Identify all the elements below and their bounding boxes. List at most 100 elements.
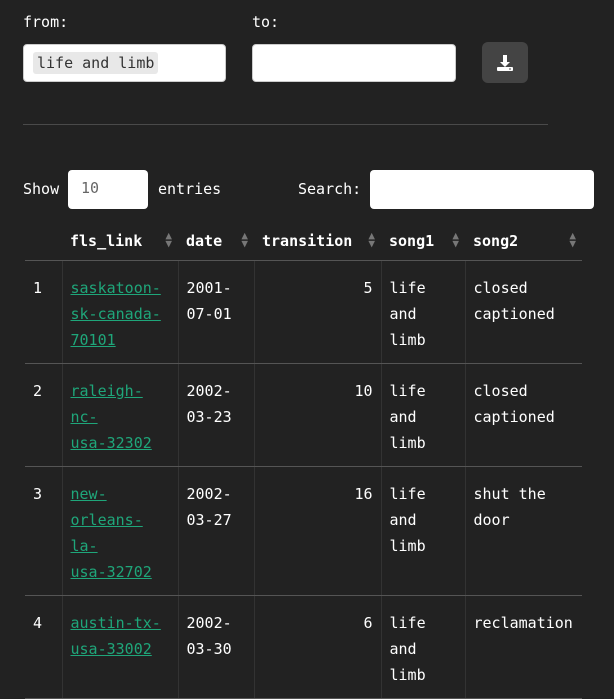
date-cell-line: 2002- xyxy=(186,614,232,632)
row-index: 4 xyxy=(25,595,62,699)
from-label: from: xyxy=(23,13,69,31)
fls-link[interactable]: austin-tx-usa-33002 xyxy=(71,614,161,658)
date-cell-line: 2001- xyxy=(186,279,232,297)
date-cell-line: 03-27 xyxy=(186,511,232,529)
sort-icon: ▲ ▼ xyxy=(569,229,576,250)
song2-cell-line: closed xyxy=(473,382,528,400)
transition-cell: 6 xyxy=(253,595,381,699)
song1-cell-line: limb xyxy=(389,537,426,555)
song1-cell-line: life xyxy=(389,485,426,503)
transition-cell: 5 xyxy=(253,260,381,364)
song1-cell: life and limb xyxy=(380,363,465,467)
date-cell: 2002- 03-30 xyxy=(177,595,254,699)
song2-cell: reclamation xyxy=(464,595,582,699)
fls-link-cell-line[interactable]: sk-canada- xyxy=(71,305,161,323)
results-table: fls_link ▲ ▼ date ▲ ▼ transition ▲ ▼ song1 ▲ ▼ s… xyxy=(25,222,582,699)
fls-link-cell-line[interactable]: orleans-la- xyxy=(71,511,143,555)
fls-link-cell-line[interactable]: saskatoon- xyxy=(71,279,161,297)
column-header-label: date xyxy=(186,232,223,250)
song1-cell-line: and xyxy=(389,511,417,529)
entries-label: entries xyxy=(158,180,222,198)
date-cell-line: 2002- xyxy=(186,485,232,503)
fls-link[interactable]: new-orleans-la-usa-32702 xyxy=(71,485,152,581)
page-length-input[interactable]: 10 xyxy=(68,170,148,209)
table-row: 4 austin-tx-usa-33002 2002- 03-30 6 life and li… xyxy=(25,595,582,699)
column-header-label: song2 xyxy=(473,232,519,250)
sort-icon: ▲ ▼ xyxy=(241,229,248,250)
song2-cell-line: captioned xyxy=(473,305,555,323)
column-header-song2[interactable]: song2 ▲ ▼ xyxy=(465,222,582,261)
date-cell-line: 03-30 xyxy=(186,640,232,658)
song1-cell-line: life xyxy=(389,279,426,297)
fls-link-cell-line[interactable]: austin-tx- xyxy=(71,614,161,632)
fls-link-cell-line[interactable]: 70101 xyxy=(71,331,116,349)
date-cell-line: 03-23 xyxy=(186,408,232,426)
song2-cell: shut the door xyxy=(464,466,582,596)
download-button[interactable] xyxy=(482,42,528,83)
date-cell-line: 2002- xyxy=(186,382,232,400)
fls-link[interactable]: raleigh-nc-usa-32302 xyxy=(71,382,152,452)
fls-link-cell-line[interactable]: usa-33002 xyxy=(71,640,152,658)
song1-cell-line: limb xyxy=(389,434,426,452)
song1-cell: life and limb xyxy=(380,595,465,699)
fls-link[interactable]: saskatoon-sk-canada- 70101 xyxy=(71,279,161,349)
row-index: 3 xyxy=(25,466,62,596)
to-select[interactable] xyxy=(252,44,456,82)
table-row: 1 saskatoon-sk-canada- 70101 2001- 07-01 5 lif… xyxy=(25,260,582,364)
search-label: Search: xyxy=(298,180,362,198)
song1-cell-line: life xyxy=(389,614,426,632)
fls-link-cell: new-orleans-la-usa-32702 xyxy=(61,466,178,596)
column-header-date[interactable]: date ▲ ▼ xyxy=(178,222,254,261)
table-row: 2 raleigh-nc-usa-32302 2002- 03-23 10 life and… xyxy=(25,363,582,467)
song2-cell-line: shut the xyxy=(473,485,546,503)
column-header-label: fls_link xyxy=(70,232,143,250)
date-cell: 2002- 03-23 xyxy=(177,363,254,467)
song1-cell-line: limb xyxy=(389,666,426,684)
search-input[interactable] xyxy=(370,170,594,209)
date-cell-line: 07-01 xyxy=(186,305,232,323)
date-cell: 2002- 03-27 xyxy=(177,466,254,596)
song2-cell-line: closed xyxy=(473,279,528,297)
column-header-fls-link[interactable]: fls_link ▲ ▼ xyxy=(62,222,178,261)
row-index: 2 xyxy=(25,363,62,467)
transition-cell: 10 xyxy=(253,363,381,467)
table-row: 3 new-orleans-la-usa-32702 2002- 03-27 16 lif… xyxy=(25,466,582,596)
song2-cell-line: reclamation xyxy=(473,614,573,632)
fls-link-cell-line[interactable]: usa-32702 xyxy=(71,563,152,581)
download-icon xyxy=(497,54,513,71)
column-header-label: song1 xyxy=(389,232,435,250)
table-header-row: fls_link ▲ ▼ date ▲ ▼ transition ▲ ▼ song1 ▲ ▼ s… xyxy=(25,222,582,261)
column-header-label: transition xyxy=(262,232,353,250)
column-header-transition[interactable]: transition ▲ ▼ xyxy=(254,222,381,261)
song1-cell-line: life xyxy=(389,382,426,400)
song2-cell: closed captioned xyxy=(464,363,582,467)
divider xyxy=(23,124,548,125)
fls-link-cell-line[interactable]: new- xyxy=(71,485,107,503)
row-index: 1 xyxy=(25,260,62,364)
fls-link-cell: raleigh-nc-usa-32302 xyxy=(61,363,178,467)
date-cell: 2001- 07-01 xyxy=(177,260,254,364)
song2-cell-line: door xyxy=(473,511,510,529)
from-select[interactable]: life and limb xyxy=(23,44,226,82)
index-header xyxy=(25,222,62,261)
to-label: to: xyxy=(252,13,280,31)
song1-cell-line: and xyxy=(389,305,417,323)
transition-cell: 16 xyxy=(253,466,381,596)
column-header-song1[interactable]: song1 ▲ ▼ xyxy=(381,222,465,261)
song1-cell-line: and xyxy=(389,640,417,658)
song1-cell-line: limb xyxy=(389,331,426,349)
fls-link-cell-line[interactable]: raleigh-nc- xyxy=(71,382,143,426)
from-selected-chip[interactable]: life and limb xyxy=(33,52,159,74)
fls-link-cell-line[interactable]: usa-32302 xyxy=(71,434,152,452)
sort-icon: ▲ ▼ xyxy=(165,229,172,250)
song1-cell-line: and xyxy=(389,408,417,426)
song2-cell: closed captioned xyxy=(464,260,582,364)
sort-icon: ▲ ▼ xyxy=(452,229,459,250)
fls-link-cell: austin-tx-usa-33002 xyxy=(61,595,178,699)
song1-cell: life and limb xyxy=(380,260,465,364)
show-label: Show xyxy=(23,180,60,198)
fls-link-cell: saskatoon-sk-canada- 70101 xyxy=(61,260,178,364)
sort-icon: ▲ ▼ xyxy=(368,229,375,250)
song1-cell: life and limb xyxy=(380,466,465,596)
song2-cell-line: captioned xyxy=(473,408,555,426)
